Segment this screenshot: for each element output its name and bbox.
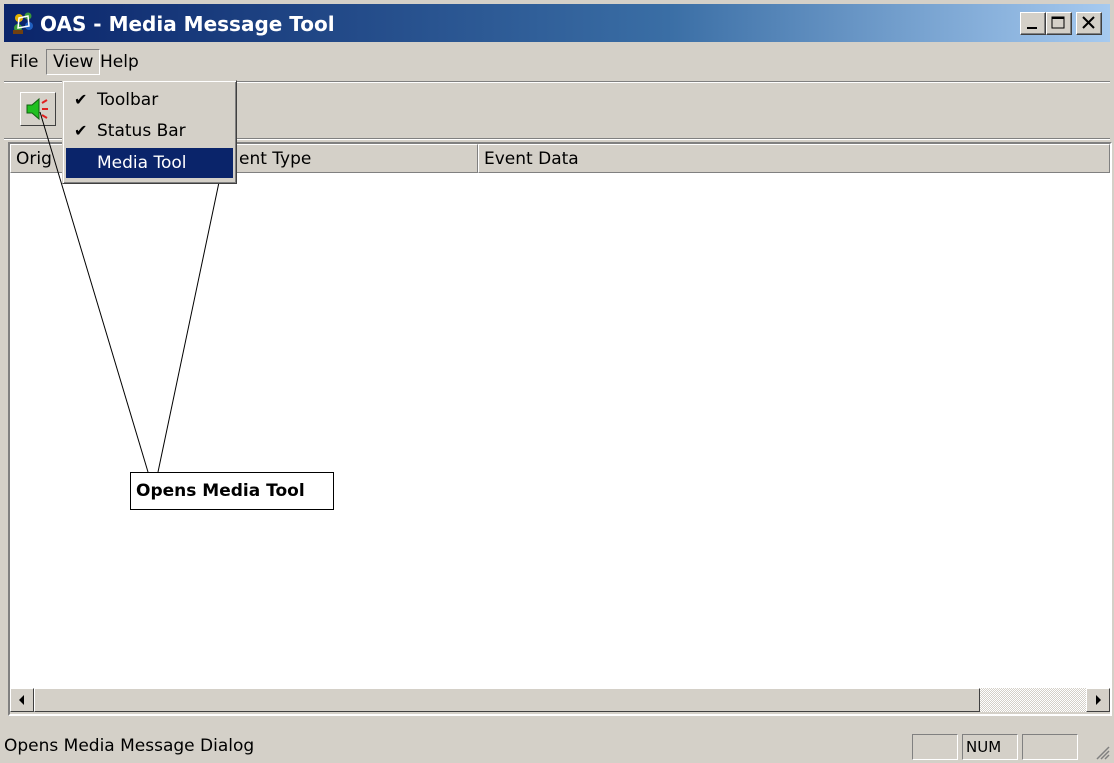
menu-item-label: Toolbar bbox=[97, 90, 159, 110]
menu-item-media-tool[interactable]: Media Tool bbox=[66, 148, 233, 178]
callout-label: Opens Media Tool bbox=[130, 472, 334, 510]
menu-item-label: Media Tool bbox=[97, 153, 187, 173]
check-icon: ✔ bbox=[74, 90, 88, 109]
check-icon: ✔ bbox=[74, 121, 88, 140]
menu-item-toolbar[interactable]: ✔ Toolbar bbox=[66, 85, 233, 115]
menu-item-label: Status Bar bbox=[97, 121, 186, 141]
main-window: OAS - Media Message Tool File View Help … bbox=[0, 0, 1114, 763]
menu-item-status-bar[interactable]: ✔ Status Bar bbox=[66, 116, 233, 146]
view-menu-dropdown: ✔ Toolbar ✔ Status Bar Media Tool bbox=[62, 80, 237, 184]
